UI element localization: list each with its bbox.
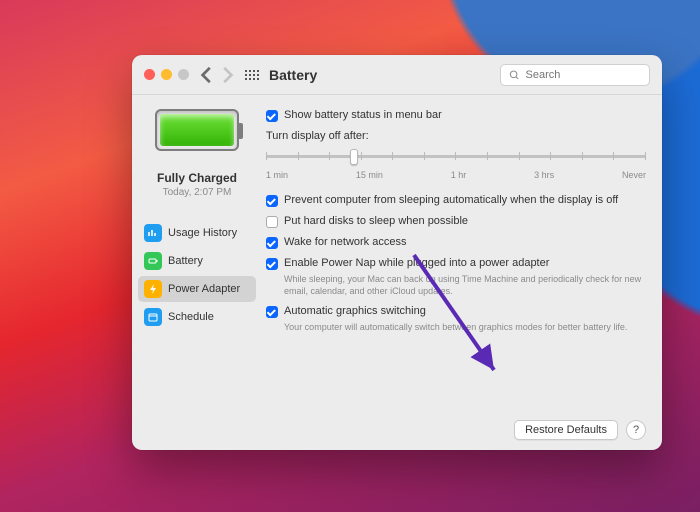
sidebar-item-usage-history[interactable]: Usage History bbox=[138, 220, 256, 246]
sidebar-nav: Usage History Battery Power Adapter Sche… bbox=[138, 220, 256, 330]
battery-small-icon bbox=[144, 252, 162, 270]
preferences-window: Battery Fully Charged Today, 2:07 PM Usa… bbox=[132, 55, 662, 450]
window-title: Battery bbox=[269, 67, 317, 83]
zoom-button[interactable] bbox=[178, 69, 189, 80]
sidebar-item-label: Power Adapter bbox=[168, 283, 240, 295]
setting-auto-graphics-desc: Your computer will automatically switch … bbox=[284, 322, 646, 334]
window-controls bbox=[144, 69, 189, 80]
battery-status-title: Fully Charged bbox=[157, 171, 237, 185]
back-button[interactable] bbox=[199, 63, 217, 87]
search-icon bbox=[509, 69, 520, 81]
settings-pane: Show battery status in menu bar Turn dis… bbox=[262, 95, 662, 450]
chevron-left-icon bbox=[199, 66, 217, 84]
forward-button[interactable] bbox=[217, 63, 235, 87]
checkbox[interactable] bbox=[266, 195, 278, 207]
sidebar: Fully Charged Today, 2:07 PM Usage Histo… bbox=[132, 95, 262, 450]
setting-wake-network[interactable]: Wake for network access bbox=[266, 236, 646, 249]
search-field[interactable] bbox=[500, 64, 650, 86]
setting-hard-disks[interactable]: Put hard disks to sleep when possible bbox=[266, 215, 646, 228]
sidebar-item-battery[interactable]: Battery bbox=[138, 248, 256, 274]
setting-auto-graphics[interactable]: Automatic graphics switching bbox=[266, 305, 646, 318]
bolt-icon bbox=[144, 280, 162, 298]
checkbox[interactable] bbox=[266, 110, 278, 122]
checkbox[interactable] bbox=[266, 306, 278, 318]
sidebar-item-label: Usage History bbox=[168, 227, 237, 239]
battery-icon bbox=[155, 109, 239, 151]
slider-title: Turn display off after: bbox=[266, 130, 646, 142]
calendar-icon bbox=[144, 308, 162, 326]
close-button[interactable] bbox=[144, 69, 155, 80]
titlebar: Battery bbox=[132, 55, 662, 95]
show-all-icon[interactable] bbox=[245, 70, 259, 80]
chevron-right-icon bbox=[217, 66, 235, 84]
setting-prevent-sleep[interactable]: Prevent computer from sleeping automatic… bbox=[266, 194, 646, 207]
slider-scale: 1 min 15 min 1 hr 3 hrs Never bbox=[266, 170, 646, 180]
desktop-wallpaper: Battery Fully Charged Today, 2:07 PM Usa… bbox=[0, 0, 700, 512]
setting-power-nap-desc: While sleeping, your Mac can back up usi… bbox=[284, 274, 646, 297]
setting-power-nap[interactable]: Enable Power Nap while plugged into a po… bbox=[266, 257, 646, 270]
sidebar-item-schedule[interactable]: Schedule bbox=[138, 304, 256, 330]
sidebar-item-label: Battery bbox=[168, 255, 203, 267]
checkbox[interactable] bbox=[266, 258, 278, 270]
pane-footer: Restore Defaults ? bbox=[514, 420, 646, 440]
checkbox[interactable] bbox=[266, 216, 278, 228]
setting-show-menubar[interactable]: Show battery status in menu bar bbox=[266, 109, 646, 122]
sidebar-item-label: Schedule bbox=[168, 311, 214, 323]
chart-icon bbox=[144, 224, 162, 242]
display-off-slider[interactable] bbox=[266, 146, 646, 168]
restore-defaults-button[interactable]: Restore Defaults bbox=[514, 420, 618, 440]
sidebar-item-power-adapter[interactable]: Power Adapter bbox=[138, 276, 256, 302]
slider-knob[interactable] bbox=[350, 149, 358, 165]
search-input[interactable] bbox=[526, 69, 642, 81]
help-button[interactable]: ? bbox=[626, 420, 646, 440]
minimize-button[interactable] bbox=[161, 69, 172, 80]
checkbox[interactable] bbox=[266, 237, 278, 249]
battery-status-time: Today, 2:07 PM bbox=[163, 187, 232, 198]
